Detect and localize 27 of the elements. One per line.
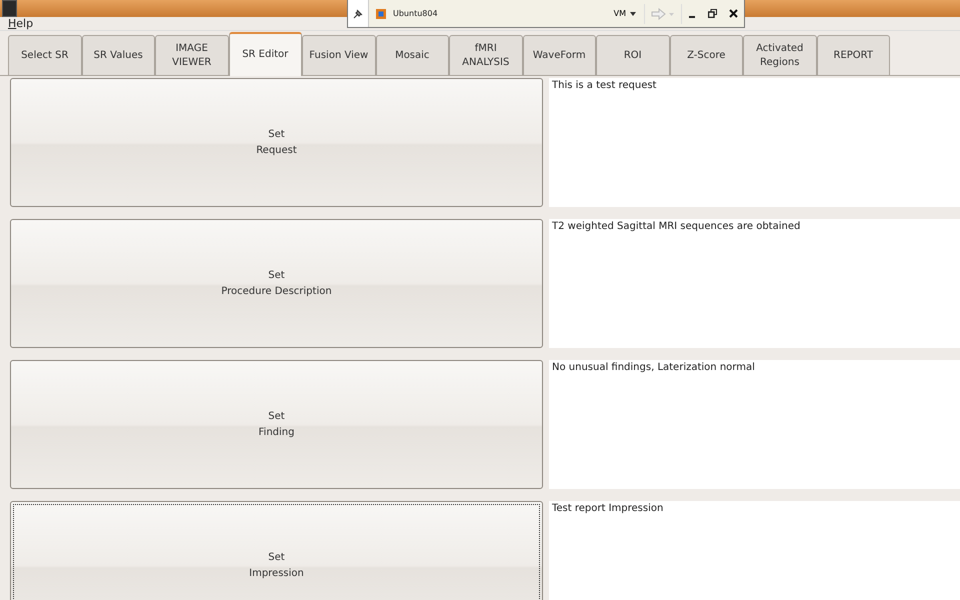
- tab[interactable]: Mosaic: [376, 35, 449, 75]
- set-button[interactable]: Set Finding: [10, 360, 543, 489]
- set-button[interactable]: Set Impression: [10, 501, 543, 600]
- report-text-area[interactable]: This is a test request: [549, 78, 960, 207]
- help-menu[interactable]: Help: [8, 17, 34, 30]
- tab[interactable]: SR Editor: [228, 32, 302, 76]
- vm-menu[interactable]: VM: [606, 9, 644, 18]
- pin-icon[interactable]: [352, 8, 364, 20]
- tab[interactable]: Fusion View: [302, 35, 376, 75]
- app-icon: [2, 0, 17, 17]
- caret-icon: [630, 12, 636, 16]
- tab[interactable]: REPORT: [816, 35, 890, 75]
- tab[interactable]: Select SR: [8, 35, 82, 75]
- report-text-area[interactable]: T2 weighted Sagittal MRI sequences are obtained: [549, 219, 960, 348]
- set-button[interactable]: Set Request: [10, 78, 543, 207]
- vm-logo-icon: [375, 8, 387, 20]
- tab[interactable]: SR Values: [82, 35, 155, 75]
- host-name: Ubuntu804: [393, 9, 439, 18]
- tab[interactable]: Activated Regions: [743, 35, 816, 75]
- report-text-area[interactable]: No unusual findings, Laterization normal: [549, 360, 960, 489]
- tab[interactable]: Z-Score: [670, 35, 743, 75]
- tab[interactable]: WaveForm: [522, 35, 596, 75]
- report-text-area[interactable]: Test report Impression: [549, 501, 960, 600]
- set-button[interactable]: Set Procedure Description: [10, 219, 543, 348]
- tab[interactable]: IMAGE VIEWER: [155, 35, 228, 75]
- tab[interactable]: ROI: [596, 35, 670, 75]
- tab[interactable]: fMRI ANALYSIS: [449, 35, 522, 75]
